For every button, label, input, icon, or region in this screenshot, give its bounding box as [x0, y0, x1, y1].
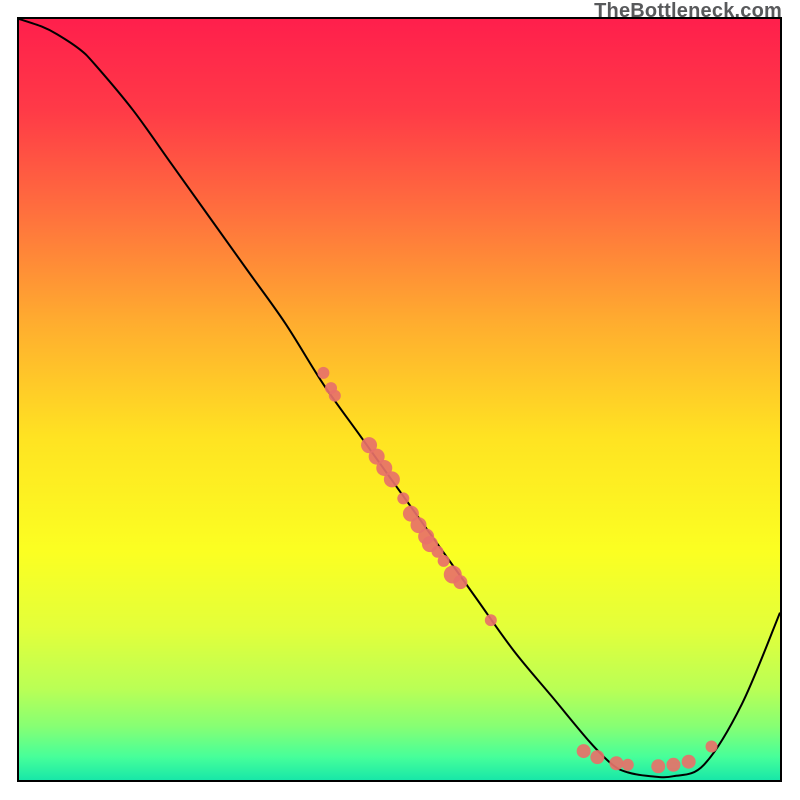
chart-area: [17, 17, 782, 782]
data-point: [622, 759, 634, 771]
data-point: [706, 741, 718, 753]
data-point: [384, 471, 400, 487]
data-point: [666, 758, 680, 772]
data-point: [453, 575, 467, 589]
data-point: [329, 390, 341, 402]
data-markers: [317, 367, 717, 773]
data-point: [485, 614, 497, 626]
chart-overlay: [19, 19, 780, 780]
data-point: [438, 555, 450, 567]
data-point: [397, 492, 409, 504]
data-point: [609, 756, 623, 770]
data-point: [651, 759, 665, 773]
bottleneck-curve: [19, 19, 780, 777]
data-point: [317, 367, 329, 379]
data-point: [577, 744, 591, 758]
data-point: [590, 750, 604, 764]
data-point: [682, 755, 696, 769]
